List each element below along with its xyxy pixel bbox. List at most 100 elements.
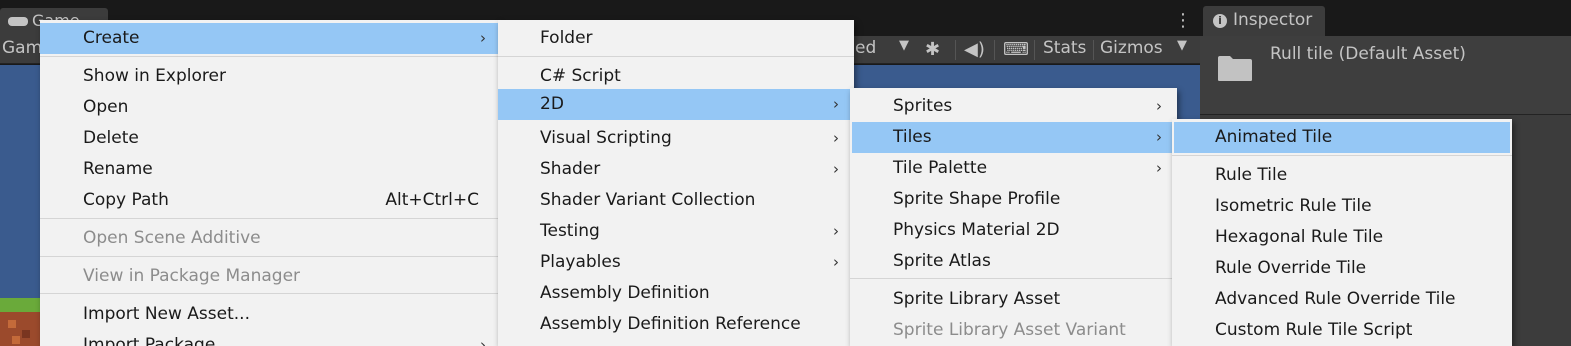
menu-item-label: Testing	[540, 221, 600, 241]
menu-separator	[1172, 155, 1512, 156]
menu-item-copy-path[interactable]: Copy Path Alt+Ctrl+C	[40, 185, 499, 216]
chevron-right-icon: ›	[833, 160, 839, 178]
divider	[1034, 40, 1035, 60]
menu-separator	[40, 256, 499, 257]
menu-item-assembly-definition-reference[interactable]: Assembly Definition Reference	[498, 309, 854, 340]
menu-item-label: Hexagonal Rule Tile	[1215, 227, 1384, 247]
divider	[1093, 40, 1094, 60]
menu-item-create[interactable]: Create ›	[40, 23, 499, 54]
menu-item-label: Folder	[540, 28, 593, 48]
keyboard-icon[interactable]: ⌨	[1003, 39, 1029, 60]
menu-item-label: Visual Scripting	[540, 128, 672, 148]
menu-item-label: Assembly Definition	[540, 283, 710, 303]
tab-inspector-label: Inspector	[1233, 10, 1313, 30]
menu-item-playables[interactable]: Playables ›	[498, 247, 854, 278]
menu-item-physics-material-2d[interactable]: Physics Material 2D	[850, 215, 1177, 246]
menu-item-label: Import New Asset...	[83, 304, 250, 324]
menu-item-advanced-rule-override-tile[interactable]: Advanced Rule Override Tile	[1172, 284, 1512, 315]
divider	[994, 40, 995, 60]
menu-item-label: 2D	[540, 94, 564, 114]
play-mode-dropdown[interactable]: ed	[855, 38, 876, 58]
menu-separator	[498, 56, 854, 57]
folder-icon	[1218, 56, 1252, 81]
menu-item-label: Tile Palette	[893, 158, 988, 178]
menu-item-label: Sprite Library Asset Variant	[893, 320, 1126, 340]
menu-item-custom-rule-tile-script[interactable]: Custom Rule Tile Script	[1172, 315, 1512, 346]
menu-separator	[40, 56, 499, 57]
menu-item-label: Open Scene Additive	[83, 228, 261, 248]
menu-item-csharp-script[interactable]: C# Script	[498, 61, 854, 92]
menu-separator	[40, 293, 499, 294]
menu-item-folder[interactable]: Folder	[498, 23, 854, 54]
chevron-right-icon: ›	[480, 29, 486, 47]
game-display-dropdown[interactable]: Gam	[2, 38, 42, 58]
context-menu: Create › Show in Explorer Open Delete Re…	[40, 20, 499, 346]
menu-item-label: Open	[83, 97, 129, 117]
window-top-strip	[0, 0, 1571, 8]
menu-item-open[interactable]: Open	[40, 92, 499, 123]
menu-item-show-in-explorer[interactable]: Show in Explorer	[40, 61, 499, 92]
menu-item-visual-scripting[interactable]: Visual Scripting ›	[498, 123, 854, 154]
menu-item-open-scene-additive: Open Scene Additive	[40, 223, 499, 254]
gizmos-button[interactable]: Gizmos	[1100, 38, 1163, 58]
grass-dirt-tile	[0, 298, 40, 346]
gamepad-icon	[8, 17, 28, 26]
menu-item-label: Shader Variant Collection	[540, 190, 756, 210]
menu-item-import-new-asset[interactable]: Import New Asset...	[40, 299, 499, 330]
menu-item-hexagonal-rule-tile[interactable]: Hexagonal Rule Tile	[1172, 222, 1512, 253]
2d-submenu: Sprites › Tiles › Tile Palette › Sprite …	[850, 88, 1177, 346]
menu-item-isometric-rule-tile[interactable]: Isometric Rule Tile	[1172, 191, 1512, 222]
menu-item-label: Show in Explorer	[83, 66, 226, 86]
info-icon: i	[1213, 14, 1227, 28]
menu-item-label: Animated Tile	[1215, 127, 1333, 147]
menu-item-shader[interactable]: Shader ›	[498, 154, 854, 185]
stats-button[interactable]: Stats	[1043, 38, 1086, 58]
menu-item-label: View in Package Manager	[83, 266, 301, 286]
tab-inspector[interactable]: i Inspector	[1203, 6, 1325, 36]
menu-item-tiles[interactable]: Tiles ›	[852, 122, 1175, 153]
menu-item-shader-variant-collection[interactable]: Shader Variant Collection	[498, 185, 854, 216]
menu-item-label: Physics Material 2D	[893, 220, 1060, 240]
menu-item-tile-palette[interactable]: Tile Palette ›	[850, 153, 1177, 184]
menu-item-sprite-shape-profile[interactable]: Sprite Shape Profile	[850, 184, 1177, 215]
menu-item-rename[interactable]: Rename	[40, 154, 499, 185]
menu-item-label: Rule Override Tile	[1215, 258, 1367, 278]
more-options-icon[interactable]: ⋮	[1174, 10, 1192, 31]
menu-item-label: Create	[83, 28, 140, 48]
menu-item-label: Sprite Atlas	[893, 251, 991, 271]
menu-item-assembly-definition[interactable]: Assembly Definition	[498, 278, 854, 309]
menu-item-label: Assembly Definition Reference	[540, 314, 801, 334]
chevron-right-icon: ›	[833, 222, 839, 240]
bug-icon[interactable]: ✱	[925, 39, 940, 60]
menu-item-label: Shader	[540, 159, 601, 179]
create-submenu: Folder C# Script 2D › Visual Scripting ›…	[498, 20, 854, 346]
chevron-right-icon: ›	[1156, 128, 1162, 146]
menu-item-2d[interactable]: 2D ›	[498, 89, 854, 120]
menu-item-label: Rename	[83, 159, 153, 179]
gizmos-chevron-down-icon[interactable]: ▼	[1177, 38, 1187, 53]
menu-item-label: Custom Rule Tile Script	[1215, 320, 1413, 340]
menu-item-rule-tile[interactable]: Rule Tile	[1172, 160, 1512, 191]
inspector-header: Rull tile (Default Asset)	[1200, 36, 1571, 115]
menu-item-delete[interactable]: Delete	[40, 123, 499, 154]
inspector-title: Rull tile (Default Asset)	[1270, 44, 1466, 64]
chevron-right-icon: ›	[480, 336, 486, 346]
tiles-submenu: Animated Tile Rule Tile Isometric Rule T…	[1172, 119, 1512, 346]
menu-item-label: Sprite Shape Profile	[893, 189, 1061, 209]
menu-separator	[40, 218, 499, 219]
menu-item-label: Advanced Rule Override Tile	[1215, 289, 1456, 309]
menu-item-testing[interactable]: Testing ›	[498, 216, 854, 247]
speaker-icon[interactable]: ◀)	[964, 39, 985, 60]
menu-item-label: Copy Path	[83, 190, 169, 210]
menu-item-sprite-atlas[interactable]: Sprite Atlas	[850, 246, 1177, 277]
menu-item-sprite-library-asset[interactable]: Sprite Library Asset	[850, 284, 1177, 315]
menu-item-import-package[interactable]: Import Package ›	[40, 330, 499, 346]
menu-item-label: Delete	[83, 128, 139, 148]
chevron-down-icon[interactable]: ▼	[899, 38, 909, 53]
menu-item-sprite-library-asset-variant: Sprite Library Asset Variant	[850, 315, 1177, 346]
menu-item-animated-tile[interactable]: Animated Tile	[1174, 122, 1510, 153]
menu-item-rule-override-tile[interactable]: Rule Override Tile	[1172, 253, 1512, 284]
menu-item-sprites[interactable]: Sprites ›	[850, 91, 1177, 122]
chevron-right-icon: ›	[833, 95, 839, 113]
divider	[955, 40, 956, 60]
